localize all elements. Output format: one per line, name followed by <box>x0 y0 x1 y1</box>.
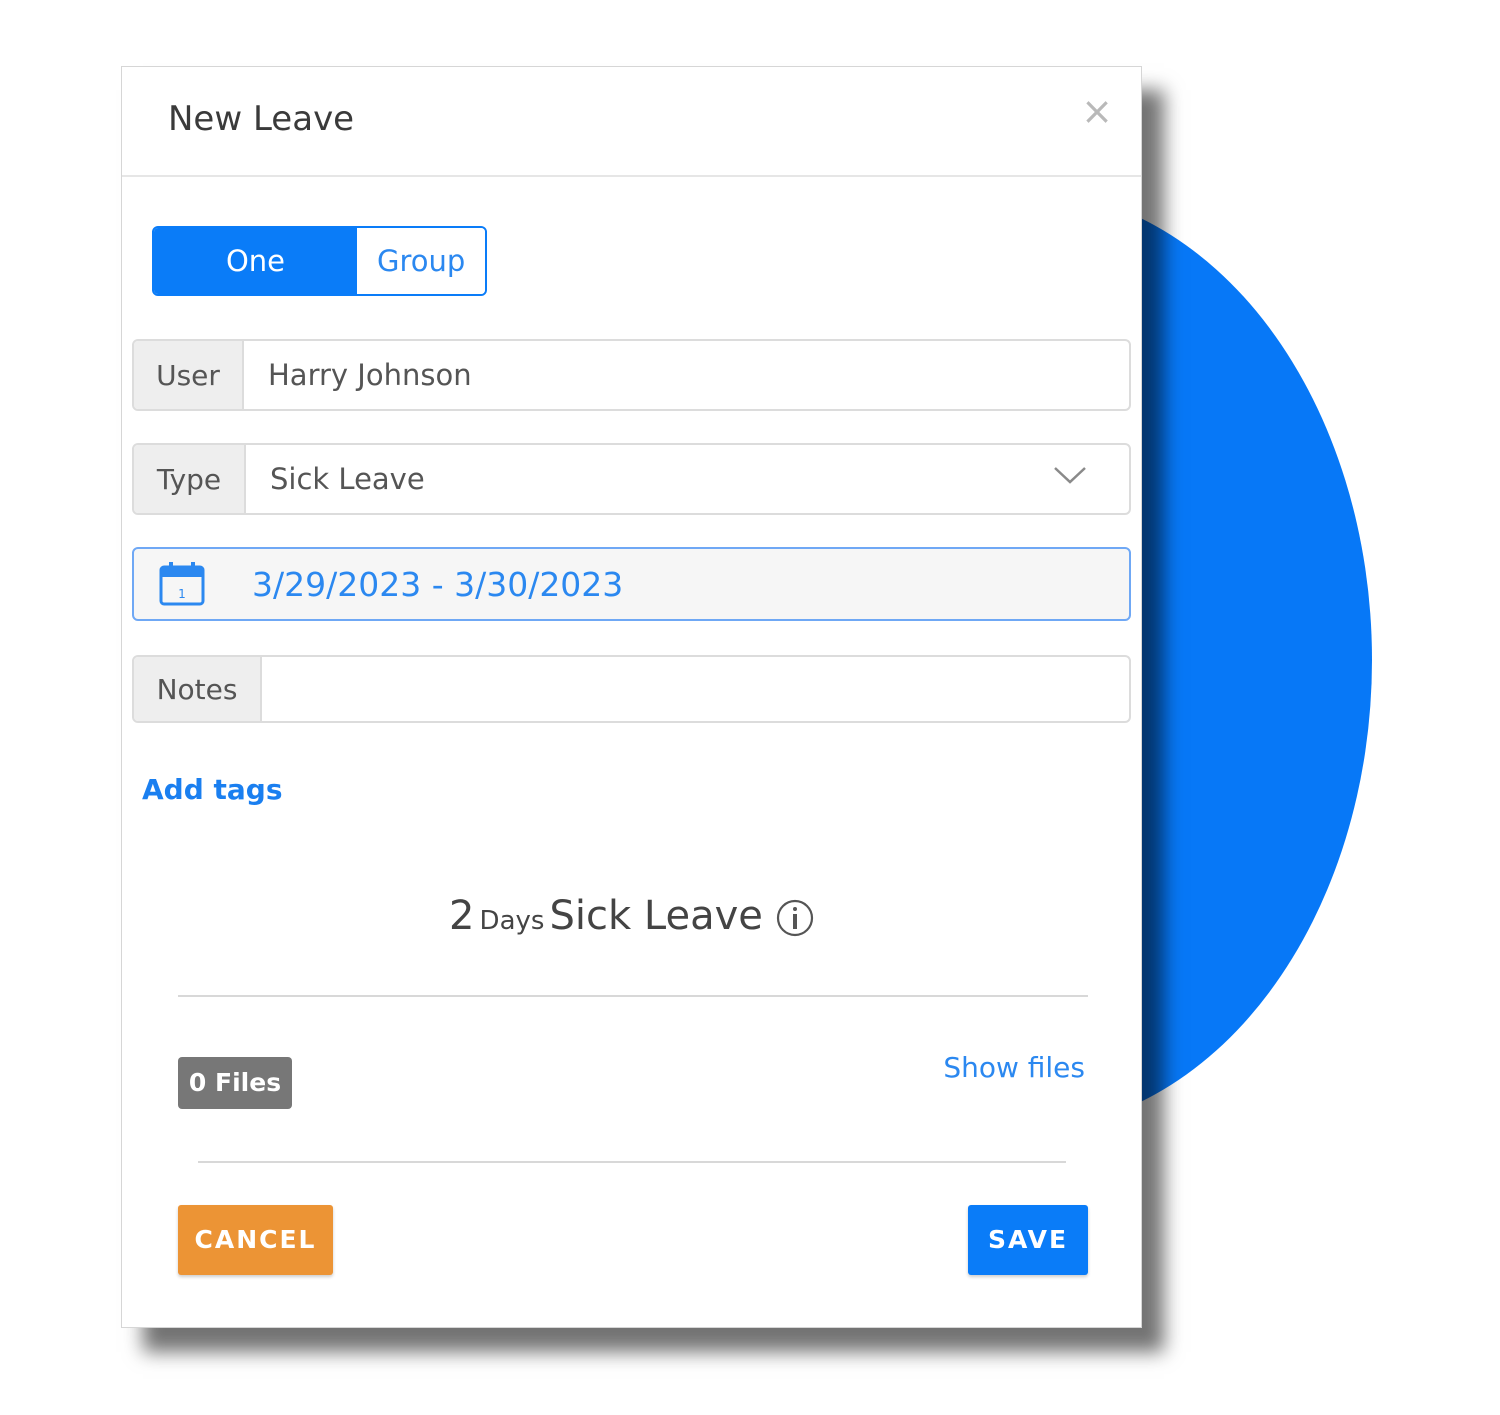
dialog-header: New Leave × <box>122 67 1141 177</box>
notes-field-label: Notes <box>134 657 262 721</box>
notes-field[interactable]: Notes <box>132 655 1131 723</box>
dialog-title: New Leave <box>168 99 355 139</box>
leave-summary: 2 Days Sick Leave <box>122 893 1141 939</box>
date-range-value[interactable]: 3/29/2023 - 3/30/2023 <box>252 565 623 604</box>
divider <box>178 995 1088 997</box>
page: New Leave × One person Group User Harry … <box>0 0 1500 1415</box>
add-tags-link[interactable]: Add tags <box>142 773 283 806</box>
one-person-toggle[interactable]: One person <box>154 228 357 294</box>
group-toggle[interactable]: Group <box>357 228 485 294</box>
summary-leave-type: Sick Leave <box>549 893 763 939</box>
user-field-label: User <box>134 341 244 409</box>
cancel-button[interactable]: CANCEL <box>178 1205 333 1275</box>
type-field[interactable]: Type Sick Leave <box>132 443 1131 515</box>
chevron-down-icon <box>1054 467 1086 484</box>
new-leave-dialog: New Leave × One person Group User Harry … <box>121 66 1142 1328</box>
user-field[interactable]: User Harry Johnson <box>132 339 1131 411</box>
date-range-field[interactable]: 1 3/29/2023 - 3/30/2023 <box>132 547 1131 621</box>
notes-input[interactable] <box>262 657 1129 721</box>
type-select[interactable]: Sick Leave <box>246 445 1129 513</box>
close-icon[interactable]: × <box>1079 92 1115 130</box>
save-button[interactable]: SAVE <box>968 1205 1088 1275</box>
calendar-day: 1 <box>178 587 186 601</box>
summary-count: 2 <box>449 893 475 939</box>
summary-unit: Days <box>479 906 545 936</box>
info-icon[interactable] <box>776 899 814 937</box>
type-field-label: Type <box>134 445 246 513</box>
show-files-link[interactable]: Show files <box>943 1051 1085 1084</box>
divider <box>198 1161 1066 1163</box>
type-select-value: Sick Leave <box>270 462 425 496</box>
calendar-icon[interactable]: 1 <box>158 561 206 607</box>
files-count-badge: 0 Files <box>178 1057 292 1109</box>
mode-toggle: One person Group <box>152 226 487 296</box>
user-input[interactable]: Harry Johnson <box>244 341 1129 409</box>
